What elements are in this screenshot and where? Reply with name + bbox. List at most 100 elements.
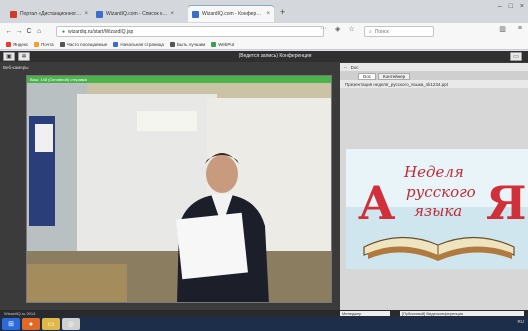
page-actions-icon[interactable]: ···	[320, 25, 327, 33]
role-select-value: Менеджер	[342, 311, 362, 316]
home-button[interactable]: ⌂	[34, 28, 44, 35]
window-controls: – □ ×	[498, 3, 524, 10]
camera-icon: ▣	[6, 54, 12, 60]
close-tab-icon[interactable]: ×	[170, 11, 174, 17]
bookmark-icon	[169, 41, 175, 47]
maximize-button[interactable]: □	[509, 3, 513, 10]
pocket-icon[interactable]: ◈	[335, 25, 340, 33]
document-file-name: Презентация неделя_русского_языка_sk1234…	[340, 80, 528, 88]
bookmark-item[interactable]: Часто посещаемые	[59, 41, 108, 47]
bookmark-star-icon[interactable]: ☆	[348, 25, 354, 33]
document-panel-header: − Doc	[340, 63, 528, 71]
bookmark-icon	[6, 41, 11, 47]
settings-button[interactable]: ✲	[18, 52, 30, 61]
conference-select-value: [Публичный] Видеоконференция	[402, 311, 464, 316]
lock-icon: ●	[62, 28, 66, 35]
os-taskbar: ⊞ ● ▭ ◎ RU	[0, 317, 528, 331]
new-tab-button[interactable]: +	[280, 7, 285, 17]
classroom-scene-image	[27, 76, 331, 302]
bookmark-icon	[211, 41, 217, 47]
slide-right-letter: Я	[486, 176, 527, 230]
minimize-button[interactable]: –	[498, 3, 502, 10]
system-tray: RU	[518, 319, 525, 324]
back-button[interactable]: ←	[4, 28, 14, 35]
conference-title: (Ведется запись) Конференция	[238, 53, 312, 59]
explorer-icon: ▭	[47, 321, 55, 328]
conference-select[interactable]: [Публичный] Видеоконференция	[400, 311, 524, 316]
firefox-icon: ●	[28, 320, 34, 328]
bookmark-item[interactable]: Почта	[34, 41, 54, 47]
favicon-icon	[96, 10, 103, 18]
bookmark-item[interactable]: Начальная страница	[113, 41, 164, 47]
tab-doc[interactable]: Doc	[358, 73, 377, 80]
search-icon: ⌕	[369, 28, 372, 35]
taskbar-explorer-button[interactable]: ▭	[42, 318, 60, 330]
document-panel: − Doc Doc Контейнер Презентация неделя_р…	[340, 63, 528, 310]
url-text: wizardiq.ru/start/WizardIQ.jsp	[68, 28, 134, 35]
slide-line-1: Неделя	[403, 163, 464, 181]
presentation-slide: А Я Неделя русского языка	[346, 149, 528, 269]
taskbar-chrome-button[interactable]: ◎	[62, 318, 80, 330]
close-tab-icon[interactable]: ×	[84, 11, 88, 17]
forward-button[interactable]: →	[14, 28, 24, 35]
address-actions: ··· ◈ ☆	[320, 25, 355, 33]
favicon-icon	[192, 10, 199, 18]
close-tab-icon[interactable]: ×	[266, 11, 270, 17]
navigation-bar: ← → C ⌂ ● wizardiq.ru/start/WizardIQ.jsp…	[0, 23, 528, 39]
app-status-bar: WizardIQ.ru 2014 Менеджер [Публичный] Ви…	[0, 310, 528, 317]
chrome-icon: ◎	[67, 321, 75, 328]
bookmark-label: Почта	[41, 41, 54, 47]
tab-label: WizardIQ.com - Конференция	[202, 11, 264, 17]
bookmark-label: Начальная страница	[120, 41, 164, 47]
bookmark-label: WebPut	[218, 41, 235, 47]
tab-label: WizardIQ.com - Список конф...	[106, 11, 168, 17]
slide-left-letter: А	[358, 176, 396, 230]
toolbar-end: ▥ ≡	[499, 25, 522, 33]
bookmark-label: Быть лучшим	[176, 41, 206, 47]
bookmark-label: Яндекс	[13, 41, 29, 47]
slide-line-3: языка	[414, 202, 462, 220]
search-placeholder: Поиск	[374, 28, 389, 35]
language-indicator[interactable]: RU	[518, 319, 525, 324]
document-panel-title: Doc	[350, 64, 359, 70]
bookmarks-bar: Яндекс Почта Часто посещаемые Начальная стр…	[0, 39, 528, 50]
status-left-text: WizardIQ.ru 2014	[4, 311, 36, 316]
bookmark-item[interactable]: Яндекс	[6, 41, 29, 47]
webcams-label: Веб-камеры	[3, 65, 29, 70]
favicon-icon	[10, 10, 17, 18]
slide-line-2: русского	[406, 183, 476, 201]
webcam-video: Ваш: 148 (Основной) отправка	[26, 75, 332, 303]
fullscreen-icon: ▭	[513, 54, 519, 60]
bookmark-icon	[113, 41, 119, 47]
taskbar-start-button[interactable]: ⊞	[2, 318, 20, 330]
camera-button[interactable]: ▣	[3, 52, 15, 61]
conference-app: ▣ ✲ (Ведется запись) Конференция ▭ Веб-к…	[0, 51, 528, 310]
browser-tab[interactable]: WizardIQ.com - Список конф...×	[92, 6, 178, 22]
browser-tab[interactable]: Портал «Дистанционного о... ×	[6, 6, 92, 22]
bookmark-item[interactable]: WebPut	[211, 41, 235, 47]
app-toolbar: ▣ ✲ (Ведется запись) Конференция ▭	[0, 51, 528, 62]
document-panel-tabs: Doc Контейнер	[340, 71, 528, 80]
tab-label: Портал «Дистанционного о...	[20, 11, 82, 17]
video-header-text: Ваш: 148 (Основной) отправка	[30, 77, 87, 82]
bookmark-label: Часто посещаемые	[66, 41, 108, 47]
gear-icon: ✲	[21, 54, 27, 60]
bookmark-icon	[34, 41, 40, 47]
library-icon[interactable]: ▥	[499, 25, 506, 33]
taskbar-firefox-button[interactable]: ●	[22, 318, 40, 330]
tab-container[interactable]: Контейнер	[378, 73, 411, 80]
address-bar[interactable]: ● wizardiq.ru/start/WizardIQ.jsp	[56, 26, 324, 37]
slide-graphic: А Я Неделя русского языка	[346, 149, 528, 269]
menu-icon[interactable]: ≡	[518, 25, 522, 33]
close-window-button[interactable]: ×	[520, 3, 524, 10]
bookmark-item[interactable]: Быть лучшим	[169, 41, 206, 47]
browser-tab[interactable]: WizardIQ.com - Конференция ×	[188, 6, 274, 22]
search-input[interactable]: ⌕ Поиск	[364, 26, 434, 37]
collapse-icon[interactable]: −	[344, 65, 347, 70]
role-select[interactable]: Менеджер	[340, 311, 390, 316]
fullscreen-button[interactable]: ▭	[510, 52, 522, 61]
browser-tab-bar: Портал «Дистанционного о... × WizardIQ.com…	[0, 0, 528, 23]
bookmark-icon	[59, 41, 65, 47]
reload-button[interactable]: C	[24, 28, 34, 35]
start-icon: ⊞	[8, 321, 14, 328]
